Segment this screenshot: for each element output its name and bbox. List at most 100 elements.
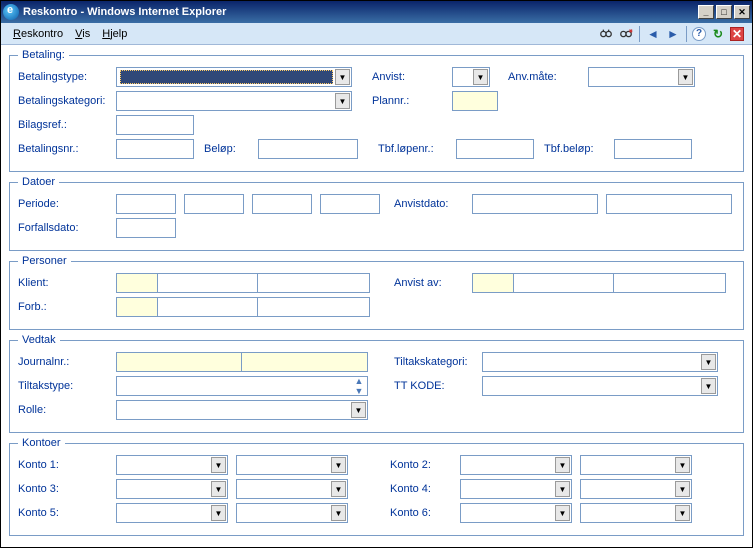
forb1-input[interactable] [116, 297, 158, 317]
konto4a-select[interactable]: ▼ [460, 479, 572, 499]
chevron-down-icon: ▼ [331, 505, 346, 521]
chevron-down-icon: ▼ [211, 505, 226, 521]
periode4-input[interactable] [320, 194, 380, 214]
bilagsref-input[interactable] [116, 115, 194, 135]
label-anvmate: Anv.måte: [508, 71, 578, 83]
betalingstype-select[interactable]: ▼ [116, 67, 352, 87]
legend-datoer: Datoer [18, 176, 59, 188]
klient1-input[interactable] [116, 273, 158, 293]
anvistav2-input[interactable] [514, 273, 614, 293]
chevron-down-icon: ▼ [555, 457, 570, 473]
forb2-input[interactable] [158, 297, 258, 317]
minimize-button[interactable]: _ [698, 5, 714, 19]
periode1-input[interactable] [116, 194, 176, 214]
label-belop: Beløp: [204, 143, 252, 155]
betalingskategori-select[interactable]: ▼ [116, 91, 352, 111]
anvmate-select[interactable]: ▼ [588, 67, 695, 87]
close-button[interactable]: ✕ [734, 5, 750, 19]
label-betalingstype: Betalingstype: [18, 71, 116, 83]
betalingsnr-input[interactable] [116, 139, 194, 159]
label-tbflopenr: Tbf.løpenr.: [378, 143, 456, 155]
titlebar: Reskontro - Windows Internet Explorer _ … [1, 1, 752, 23]
label-klient: Klient: [18, 277, 116, 289]
konto4b-select[interactable]: ▼ [580, 479, 692, 499]
journalnr2-input[interactable] [242, 352, 368, 372]
label-journalnr: Journalnr.: [18, 356, 116, 368]
konto5a-select[interactable]: ▼ [116, 503, 228, 523]
menubar: Reskontro Vis Hjelp ◄ ► ? ↻ ✕ [1, 23, 752, 45]
forb3-input[interactable] [258, 297, 370, 317]
anvistdato1-input[interactable] [472, 194, 598, 214]
klient3-input[interactable] [258, 273, 370, 293]
label-konto6: Konto 6: [390, 507, 460, 519]
konto1a-select[interactable]: ▼ [116, 455, 228, 475]
chevron-down-icon: ▼ [335, 93, 350, 109]
chevron-down-icon: ▼ [331, 481, 346, 497]
chevron-down-icon: ▼ [675, 457, 690, 473]
chevron-down-icon: ▼ [675, 505, 690, 521]
next-icon[interactable]: ► [665, 26, 681, 42]
konto1b-select[interactable]: ▼ [236, 455, 348, 475]
tiltakskategori-select[interactable]: ▼ [482, 352, 718, 372]
label-rolle: Rolle: [18, 404, 116, 416]
binoculars-clear-icon[interactable] [618, 26, 634, 42]
label-anvistdato: Anvistdato: [394, 198, 472, 210]
legend-personer: Personer [18, 255, 71, 267]
konto2a-select[interactable]: ▼ [460, 455, 572, 475]
forfallsdato-input[interactable] [116, 218, 176, 238]
klient2-input[interactable] [158, 273, 258, 293]
chevron-down-icon: ▼ [555, 481, 570, 497]
konto6a-select[interactable]: ▼ [460, 503, 572, 523]
plannr-input[interactable] [452, 91, 498, 111]
label-anvist: Anvist: [372, 71, 432, 83]
menu-hjelp[interactable]: Hjelp [96, 26, 133, 42]
legend-kontoer: Kontoer [18, 437, 65, 449]
group-vedtak: Vedtak Journalnr.: Tiltakskategori: ▼ Ti… [9, 334, 744, 433]
label-forfallsdato: Forfallsdato: [18, 222, 116, 234]
label-tiltakskategori: Tiltakskategori: [394, 356, 482, 368]
rolle-select[interactable]: ▼ [116, 400, 368, 420]
tbflopenr-input[interactable] [456, 139, 534, 159]
label-plannr: Plannr.: [372, 95, 432, 107]
anvistav3-input[interactable] [614, 273, 726, 293]
ttkode-select[interactable]: ▼ [482, 376, 718, 396]
menu-reskontro[interactable]: Reskontro [7, 26, 69, 42]
chevron-down-icon: ▼ [555, 505, 570, 521]
label-konto5: Konto 5: [18, 507, 116, 519]
chevron-down-icon: ▼ [701, 354, 716, 370]
close-form-icon[interactable]: ✕ [730, 27, 744, 41]
chevron-down-icon: ▼ [351, 402, 366, 418]
binoculars-icon[interactable] [598, 26, 614, 42]
anvistdato2-input[interactable] [606, 194, 732, 214]
label-tbfbelop: Tbf.beløp: [544, 143, 608, 155]
maximize-button[interactable]: □ [716, 5, 732, 19]
anvistav1-input[interactable] [472, 273, 514, 293]
konto6b-select[interactable]: ▼ [580, 503, 692, 523]
chevron-down-icon: ▼ [678, 69, 693, 85]
anvist-select[interactable]: ▼ [452, 67, 490, 87]
prev-icon[interactable]: ◄ [645, 26, 661, 42]
group-kontoer: Kontoer Konto 1: ▼ ▼ Konto 2: ▼ ▼ Konto … [9, 437, 744, 536]
konto3b-select[interactable]: ▼ [236, 479, 348, 499]
help-icon[interactable]: ? [692, 27, 706, 41]
updown-icon[interactable]: ▲▼ [354, 376, 364, 396]
label-konto4: Konto 4: [390, 483, 460, 495]
chevron-down-icon: ▼ [335, 69, 350, 85]
label-bilagsref: Bilagsref.: [18, 119, 116, 131]
label-betalingskategori: Betalingskategori: [18, 95, 116, 107]
group-personer: Personer Klient: Anvist av: Forb.: [9, 255, 744, 330]
tiltakstype-input[interactable]: ▲▼ [116, 376, 368, 396]
belop-input[interactable] [258, 139, 358, 159]
chevron-down-icon: ▼ [211, 481, 226, 497]
group-betaling: Betaling: Betalingstype: ▼ Anvist: ▼ Anv… [9, 49, 744, 172]
konto2b-select[interactable]: ▼ [580, 455, 692, 475]
label-tiltakstype: Tiltakstype: [18, 380, 116, 392]
tbfbelop-input[interactable] [614, 139, 692, 159]
konto3a-select[interactable]: ▼ [116, 479, 228, 499]
refresh-icon[interactable]: ↻ [710, 26, 726, 42]
periode3-input[interactable] [252, 194, 312, 214]
journalnr1-input[interactable] [116, 352, 242, 372]
periode2-input[interactable] [184, 194, 244, 214]
menu-vis[interactable]: Vis [69, 26, 96, 42]
konto5b-select[interactable]: ▼ [236, 503, 348, 523]
